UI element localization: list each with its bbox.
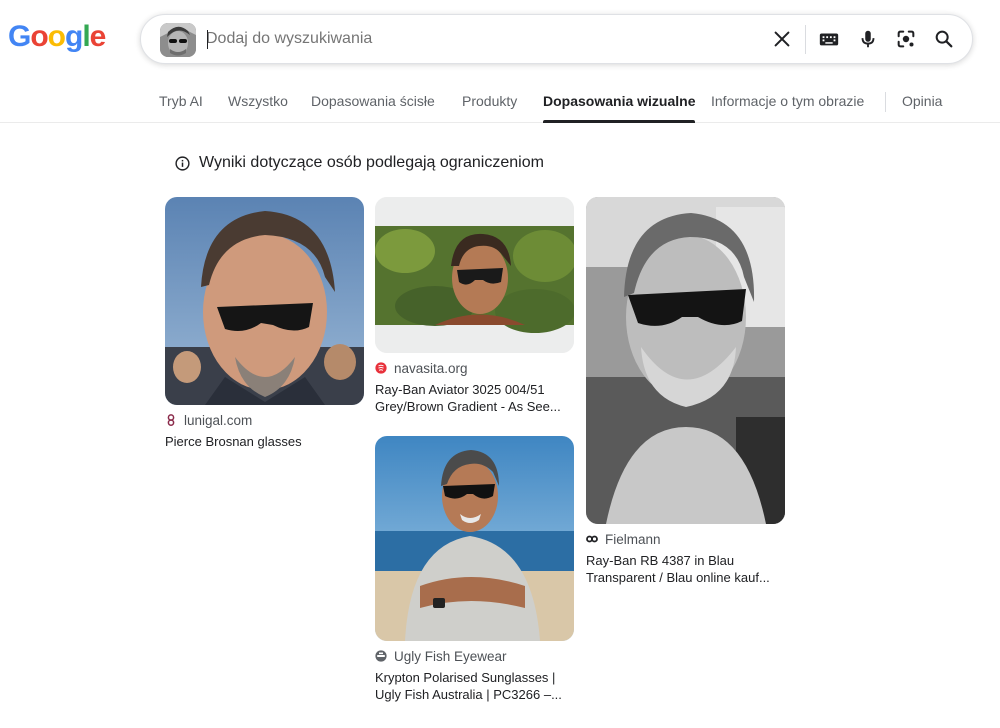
source-name: Ugly Fish Eyewear: [394, 648, 507, 664]
tab-exact-matches[interactable]: Dopasowania ścisłe: [311, 76, 435, 122]
result-source[interactable]: lunigal.com: [165, 411, 364, 429]
tab-visual-matches[interactable]: Dopasowania wizualne: [543, 76, 696, 123]
fielmann-favicon-icon: [586, 535, 598, 543]
logo-letter: e: [89, 20, 107, 53]
tab-feedback[interactable]: Opinia: [902, 76, 942, 122]
result-title[interactable]: Ray-Ban Aviator 3025 004/51 Grey/Brown G…: [375, 381, 574, 415]
result-source[interactable]: Fielmann: [586, 530, 785, 548]
title-line: Ray-Ban RB 4387 in Blau: [586, 553, 735, 568]
logo-letter: o: [47, 20, 66, 53]
info-icon: [175, 155, 190, 171]
result-image[interactable]: [586, 197, 785, 524]
tab-all[interactable]: Wszystko: [228, 76, 288, 122]
title-line: Ray-Ban Aviator 3025 004/51: [375, 382, 545, 397]
result-card[interactable]: navasita.org Ray-Ban Aviator 3025 004/51…: [375, 197, 574, 415]
google-logo[interactable]: Google: [8, 20, 107, 54]
ugly-fish-favicon-icon: [375, 650, 387, 662]
search-box[interactable]: [140, 14, 973, 64]
search-input[interactable]: [206, 15, 746, 63]
tab-about-this-image[interactable]: Informacje o tym obrazie: [711, 76, 864, 122]
result-title[interactable]: Pierce Brosnan glasses: [165, 433, 364, 450]
query-image-thumbnail[interactable]: [160, 23, 196, 57]
search-tabs: Tryb AI Wszystko Dopasowania ścisłe Prod…: [0, 76, 1000, 123]
lens-icon[interactable]: [894, 27, 918, 51]
result-card[interactable]: lunigal.com Pierce Brosnan glasses: [165, 197, 364, 450]
source-name: Fielmann: [605, 531, 661, 547]
clear-icon[interactable]: [770, 27, 794, 51]
title-line: Pierce Brosnan glasses: [165, 434, 302, 449]
query-image: [160, 23, 196, 57]
tab-ai-mode[interactable]: Tryb AI: [159, 76, 203, 122]
logo-letter: l: [82, 20, 90, 53]
result-image[interactable]: [375, 436, 574, 641]
logo-letter: G: [8, 20, 31, 53]
tabs-divider: [885, 92, 886, 112]
navasita-favicon-icon: [375, 362, 387, 374]
keyboard-icon[interactable]: [817, 27, 841, 51]
result-image[interactable]: [165, 197, 364, 405]
result-image[interactable]: [375, 197, 574, 353]
result-source[interactable]: Ugly Fish Eyewear: [375, 647, 574, 665]
search-box-divider: [805, 25, 806, 54]
result-card[interactable]: Fielmann Ray-Ban RB 4387 in Blau Transpa…: [586, 197, 785, 586]
title-line: Ugly Fish Australia | PC3266 –...: [375, 687, 562, 702]
result-card[interactable]: Ugly Fish Eyewear Krypton Polarised Sung…: [375, 436, 574, 703]
restriction-notice: Wyniki dotyczące osób podlegają ogranicz…: [175, 152, 544, 174]
title-line: Krypton Polarised Sunglasses |: [375, 670, 556, 685]
logo-letter: o: [30, 20, 48, 53]
result-source[interactable]: navasita.org: [375, 359, 574, 377]
result-title[interactable]: Ray-Ban RB 4387 in Blau Transparent / Bl…: [586, 552, 785, 586]
source-name: navasita.org: [394, 360, 468, 376]
title-line: Grey/Brown Gradient - As See...: [375, 399, 561, 414]
tab-products[interactable]: Produkty: [462, 76, 517, 122]
notice-text: Wyniki dotyczące osób podlegają ogranicz…: [199, 154, 544, 171]
logo-letter: g: [65, 20, 83, 53]
result-title[interactable]: Krypton Polarised Sunglasses | Ugly Fish…: [375, 669, 574, 703]
lunigal-favicon-icon: [167, 414, 175, 426]
text-caret: [207, 30, 208, 49]
search-icon[interactable]: [932, 27, 956, 51]
title-line: Transparent / Blau online kauf...: [586, 570, 770, 585]
source-name: lunigal.com: [184, 412, 253, 428]
microphone-icon[interactable]: [856, 27, 880, 51]
